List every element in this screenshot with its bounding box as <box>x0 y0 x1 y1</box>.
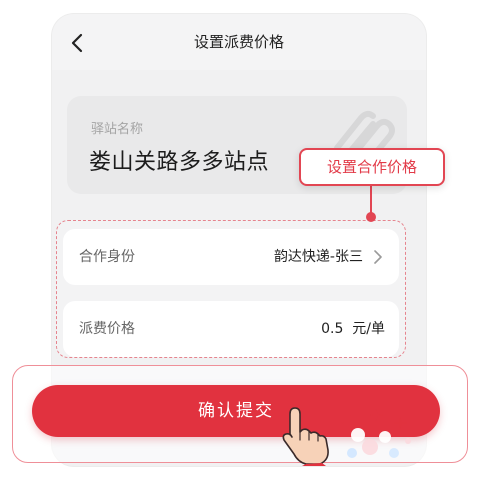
price-value[interactable]: 0.5 元/单 <box>321 301 385 357</box>
identity-value: 韵达快递-张三 <box>273 249 363 265</box>
price-row[interactable]: 派费价格 0.5 元/单 <box>63 301 399 357</box>
nav-bar: 设置派费价格 <box>52 14 426 70</box>
sparkle-decoration-icon <box>341 409 411 458</box>
identity-label: 合作身份 <box>79 249 135 265</box>
station-label: 驿站名称 <box>91 122 144 137</box>
annotation-callout: 设置合作价格 <box>299 148 445 186</box>
station-name: 娄山关路多多站点 <box>89 150 270 175</box>
annotation-text: 设置合作价格 <box>326 158 417 176</box>
identity-row[interactable]: 合作身份 韵达快递-张三 <box>63 229 399 285</box>
annotation-connector <box>370 184 372 214</box>
cooperation-form: 合作身份 韵达快递-张三 派费价格 0.5 元/单 <box>56 220 406 358</box>
back-button[interactable] <box>62 28 92 58</box>
chevron-right-icon <box>374 250 382 264</box>
annotation-dot <box>366 212 376 222</box>
price-label: 派费价格 <box>79 321 135 337</box>
page-title: 设置派费价格 <box>193 33 284 51</box>
chevron-left-icon <box>71 33 83 53</box>
tap-hand-icon <box>282 407 329 466</box>
page: 设置派费价格 驿站名称 娄山关路多多站点 合作身份 韵达快递-张三 派费价格 0… <box>0 0 478 480</box>
